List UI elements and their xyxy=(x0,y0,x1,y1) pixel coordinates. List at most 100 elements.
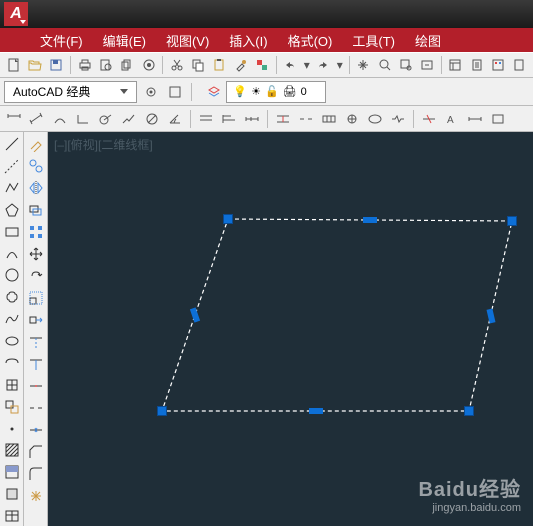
dim-jogged-icon[interactable] xyxy=(119,109,139,129)
print-icon[interactable] xyxy=(75,55,94,75)
dim-space-icon[interactable] xyxy=(273,109,293,129)
zoom-window-icon[interactable] xyxy=(396,55,415,75)
circle-icon[interactable] xyxy=(2,265,22,285)
dim-edit-icon[interactable] xyxy=(419,109,439,129)
point-icon[interactable] xyxy=(2,419,22,439)
menu-file[interactable]: 文件(F) xyxy=(40,31,83,50)
grip-corner[interactable] xyxy=(507,216,517,226)
make-block-icon[interactable] xyxy=(2,397,22,417)
extend-icon[interactable] xyxy=(26,354,46,374)
copy-icon[interactable] xyxy=(188,55,207,75)
region-icon[interactable] xyxy=(2,484,22,504)
app-logo[interactable] xyxy=(4,2,28,26)
break-point-icon[interactable] xyxy=(26,376,46,396)
inspect-icon[interactable] xyxy=(365,109,385,129)
dim-ordinate-icon[interactable] xyxy=(73,109,93,129)
scale-icon[interactable] xyxy=(26,288,46,308)
preview-icon[interactable] xyxy=(96,55,115,75)
grip-corner[interactable] xyxy=(157,406,167,416)
copy-tool-icon[interactable] xyxy=(26,156,46,176)
menu-edit[interactable]: 编辑(E) xyxy=(103,31,146,50)
break-icon[interactable] xyxy=(26,398,46,418)
dim-radius-icon[interactable] xyxy=(96,109,116,129)
menu-draw[interactable]: 绘图 xyxy=(415,31,441,50)
gradient-icon[interactable] xyxy=(2,462,22,482)
zoom-icon[interactable] xyxy=(375,55,394,75)
layer-manager-icon[interactable] xyxy=(204,82,224,102)
dim-text-edit-icon[interactable]: A xyxy=(442,109,462,129)
publish-icon[interactable] xyxy=(118,55,137,75)
hatch-icon[interactable] xyxy=(2,440,22,460)
menu-format[interactable]: 格式(O) xyxy=(288,31,333,50)
explode-icon[interactable] xyxy=(26,486,46,506)
table-icon[interactable] xyxy=(2,506,22,526)
gear-icon[interactable] xyxy=(141,82,161,102)
calc-icon[interactable] xyxy=(510,55,529,75)
selection-shape[interactable] xyxy=(48,132,533,526)
menu-view[interactable]: 视图(V) xyxy=(166,31,209,50)
properties-icon[interactable] xyxy=(446,55,465,75)
grip-corner[interactable] xyxy=(223,214,233,224)
dim-break-icon[interactable] xyxy=(296,109,316,129)
chamfer-icon[interactable] xyxy=(26,442,46,462)
rotate-icon[interactable] xyxy=(26,266,46,286)
menu-insert[interactable]: 插入(I) xyxy=(229,31,267,50)
polyline-icon[interactable] xyxy=(2,178,22,198)
line-icon[interactable] xyxy=(2,134,22,154)
layer-select[interactable]: 💡 ☀ 🔓 🖨 0 xyxy=(226,81,326,103)
insert-block-icon[interactable] xyxy=(2,375,22,395)
dim-style-icon[interactable] xyxy=(488,109,508,129)
polygon-icon[interactable] xyxy=(2,200,22,220)
grip-mid[interactable] xyxy=(363,217,377,223)
array-icon[interactable] xyxy=(26,222,46,242)
ellipse-arc-icon[interactable] xyxy=(2,353,22,373)
center-mark-icon[interactable] xyxy=(342,109,362,129)
spline-icon[interactable] xyxy=(2,309,22,329)
dim-angular-icon[interactable] xyxy=(165,109,185,129)
erase-icon[interactable] xyxy=(26,134,46,154)
join-icon[interactable] xyxy=(26,420,46,440)
paste-icon[interactable] xyxy=(210,55,229,75)
trim-icon[interactable] xyxy=(26,332,46,352)
move-icon[interactable] xyxy=(26,244,46,264)
arc-icon[interactable] xyxy=(2,243,22,263)
block-icon[interactable] xyxy=(252,55,271,75)
dropdown-icon[interactable]: ▾ xyxy=(335,55,345,75)
offset-icon[interactable] xyxy=(26,200,46,220)
new-icon[interactable] xyxy=(4,55,23,75)
revcloud-icon[interactable] xyxy=(2,287,22,307)
dim-quick-icon[interactable] xyxy=(196,109,216,129)
drawing-canvas[interactable]: [–][俯视][二维线框] Baidu经验 jingyan.baidu.com xyxy=(48,132,533,526)
menu-tools[interactable]: 工具(T) xyxy=(352,31,395,50)
redo-icon[interactable] xyxy=(314,55,333,75)
save-icon[interactable] xyxy=(47,55,66,75)
plot-icon[interactable] xyxy=(139,55,158,75)
zoom-prev-icon[interactable] xyxy=(418,55,437,75)
dim-update-icon[interactable] xyxy=(465,109,485,129)
grip-corner[interactable] xyxy=(464,406,474,416)
tolerance-icon[interactable] xyxy=(319,109,339,129)
dropdown-icon[interactable]: ▾ xyxy=(302,55,312,75)
jogged-linear-icon[interactable] xyxy=(388,109,408,129)
dim-continue-icon[interactable] xyxy=(242,109,262,129)
undo-icon[interactable] xyxy=(281,55,300,75)
dim-arc-icon[interactable] xyxy=(50,109,70,129)
xline-icon[interactable] xyxy=(2,156,22,176)
workspace-select[interactable]: AutoCAD 经典 xyxy=(4,81,137,103)
rectangle-icon[interactable] xyxy=(2,222,22,242)
mirror-icon[interactable] xyxy=(26,178,46,198)
stretch-icon[interactable] xyxy=(26,310,46,330)
cut-icon[interactable] xyxy=(167,55,186,75)
dim-linear-icon[interactable] xyxy=(4,109,24,129)
match-icon[interactable] xyxy=(231,55,250,75)
ellipse-icon[interactable] xyxy=(2,331,22,351)
dim-baseline-icon[interactable] xyxy=(219,109,239,129)
tool-palette-icon[interactable] xyxy=(488,55,507,75)
fillet-icon[interactable] xyxy=(26,464,46,484)
pan-icon[interactable] xyxy=(354,55,373,75)
grip-mid[interactable] xyxy=(309,408,323,414)
dim-aligned-icon[interactable] xyxy=(27,109,47,129)
dim-diameter-icon[interactable] xyxy=(142,109,162,129)
open-icon[interactable] xyxy=(25,55,44,75)
workspace-save-icon[interactable] xyxy=(165,82,185,102)
